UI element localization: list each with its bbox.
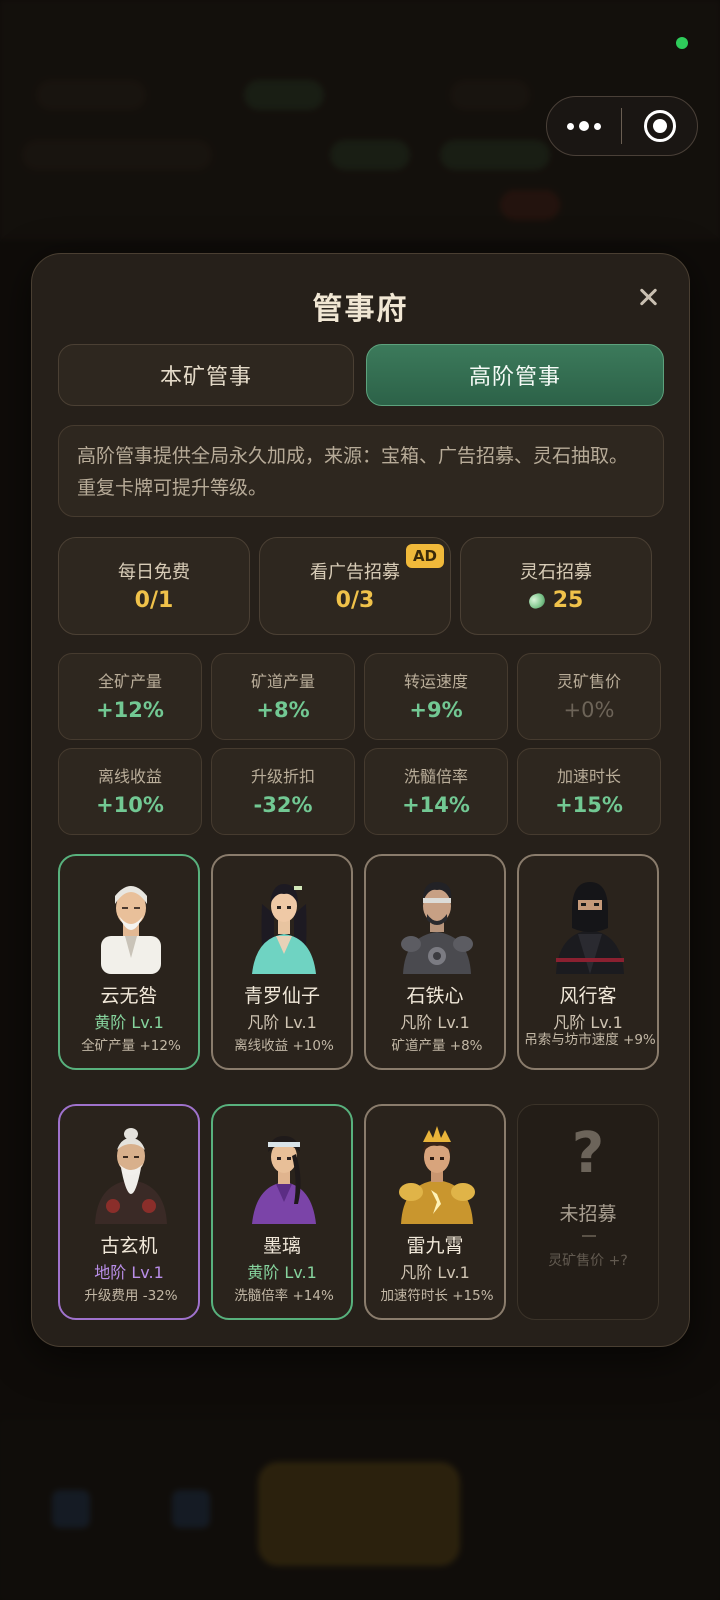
manager-rank: 凡阶 Lv.1 (247, 1013, 317, 1032)
masked-ninja-portrait (556, 882, 624, 974)
stat-value: -32% (253, 793, 313, 817)
tab-mine-manager[interactable]: 本矿管事 (58, 344, 354, 406)
stat-value: +12% (96, 698, 164, 722)
close-icon[interactable] (632, 282, 664, 314)
ad-recruit-button[interactable]: AD 看广告招募 0/3 (259, 537, 451, 635)
manager-name: 石铁心 (406, 985, 464, 1007)
elder-white-robe-portrait (101, 886, 161, 974)
stat-ore-price: 灵矿售价 +0% (517, 653, 661, 740)
manager-bonus: 矿道产量 +8% (391, 1038, 483, 1054)
spirit-stone-icon (526, 591, 547, 611)
stat-label: 加速时长 (556, 767, 621, 786)
manager-name: 古玄机 (100, 1235, 158, 1257)
unrecruited-card[interactable]: ? 未招募 灵矿售价 +? (517, 1104, 659, 1320)
stat-value: +0% (563, 698, 615, 722)
manager-rank: 凡阶 Lv.1 (400, 1263, 470, 1282)
manager-bonus: 加速符时长 +15% (380, 1288, 494, 1304)
manager-bonus: 离线收益 +10% (234, 1038, 334, 1054)
close-miniprogram-icon[interactable] (622, 97, 697, 155)
manager-name: 青罗仙子 (243, 985, 320, 1007)
manager-card[interactable]: 墨璃 黄阶 Lv.1 洗髓倍率 +14% (211, 1104, 353, 1320)
manager-bonus: 吊索与坊市速度 +9% (524, 1032, 656, 1048)
stat-value: +10% (96, 793, 164, 817)
unrecruited-label: 未招募 (559, 1203, 617, 1225)
stat-value: +9% (409, 698, 463, 722)
purple-robe-youth-portrait (252, 1136, 316, 1224)
stat-upgrade-discount: 升级折扣 -32% (211, 748, 355, 835)
manager-card[interactable]: 风行客 凡阶 Lv.1 吊索与坊市速度 +9% (517, 854, 659, 1070)
manager-card[interactable]: 青罗仙子 凡阶 Lv.1 离线收益 +10% (211, 854, 353, 1070)
stat-shaft-output: 矿道产量 +8% (211, 653, 355, 740)
status-indicator (676, 37, 688, 49)
mini-program-capsule (546, 96, 698, 156)
manager-hall-modal: 管事府 本矿管事 高阶管事 高阶管事提供全局永久加成，来源：宝箱、广告招募、灵石… (31, 253, 690, 1347)
unrecruited-bonus: 灵矿售价 +? (548, 1253, 628, 1269)
stat-total-output: 全矿产量 +12% (58, 653, 202, 740)
recruit-label: 每日免费 (118, 562, 190, 583)
fairy-teal-robe-portrait (252, 884, 316, 974)
armored-warrior-portrait (401, 882, 473, 974)
recruit-label: 看广告招募 (310, 562, 400, 583)
recruit-cost-value: 25 (552, 588, 584, 613)
manager-card[interactable]: 雷九霄 凡阶 Lv.1 加速符时长 +15% (364, 1104, 506, 1320)
manager-name: 云无咎 (100, 985, 158, 1007)
more-options-icon[interactable] (547, 97, 621, 155)
recruit-count: 0/1 (134, 588, 174, 613)
recruit-cost: 25 (461, 588, 651, 613)
tab-senior-manager[interactable]: 高阶管事 (366, 344, 664, 406)
manager-bonus: 洗髓倍率 +14% (234, 1288, 334, 1304)
recruit-count: 0/3 (335, 588, 375, 613)
stat-value: +8% (256, 698, 310, 722)
stat-boost-duration: 加速时长 +15% (517, 748, 661, 835)
stat-label: 洗髓倍率 (403, 767, 468, 786)
manager-name: 雷九霄 (406, 1235, 464, 1257)
stat-value: +14% (402, 793, 470, 817)
manager-rank: 黄阶 Lv.1 (94, 1013, 164, 1032)
stat-label: 灵矿售价 (556, 672, 621, 691)
modal-title: 管事府 (312, 292, 409, 327)
manager-card[interactable]: 石铁心 凡阶 Lv.1 矿道产量 +8% (364, 854, 506, 1070)
stone-recruit-button[interactable]: 灵石招募 25 (460, 537, 652, 635)
description-box: 高阶管事提供全局永久加成，来源：宝箱、广告招募、灵石抽取。重复卡牌可提升等级。 (58, 425, 664, 517)
stat-refine-multiplier: 洗髓倍率 +14% (364, 748, 508, 835)
stat-value: +15% (555, 793, 623, 817)
manager-name: 墨璃 (262, 1235, 301, 1257)
recruit-label: 灵石招募 (520, 562, 592, 583)
stat-label: 全矿产量 (97, 672, 162, 691)
golden-armor-portrait (399, 1126, 475, 1224)
manager-rank: 地阶 Lv.1 (94, 1263, 164, 1282)
divider (582, 1235, 596, 1237)
manager-card[interactable]: 云无咎 黄阶 Lv.1 全矿产量 +12% (58, 854, 200, 1070)
manager-bonus: 升级费用 -32% (84, 1288, 178, 1304)
manager-name: 风行客 (559, 985, 617, 1007)
stat-label: 升级折扣 (250, 767, 315, 786)
stat-label: 转运速度 (403, 672, 468, 691)
manager-rank: 凡阶 Lv.1 (400, 1013, 470, 1032)
stat-label: 矿道产量 (250, 672, 315, 691)
sage-dark-robe-portrait (95, 1128, 167, 1224)
stat-label: 离线收益 (97, 767, 162, 786)
manager-card[interactable]: 古玄机 地阶 Lv.1 升级费用 -32% (58, 1104, 200, 1320)
manager-rank: 黄阶 Lv.1 (247, 1263, 317, 1282)
manager-bonus: 全矿产量 +12% (81, 1038, 181, 1054)
question-mark-icon: ? (571, 1121, 605, 1186)
stat-offline-income: 离线收益 +10% (58, 748, 202, 835)
free-recruit-button[interactable]: 每日免费 0/1 (58, 537, 250, 635)
stat-transport-speed: 转运速度 +9% (364, 653, 508, 740)
